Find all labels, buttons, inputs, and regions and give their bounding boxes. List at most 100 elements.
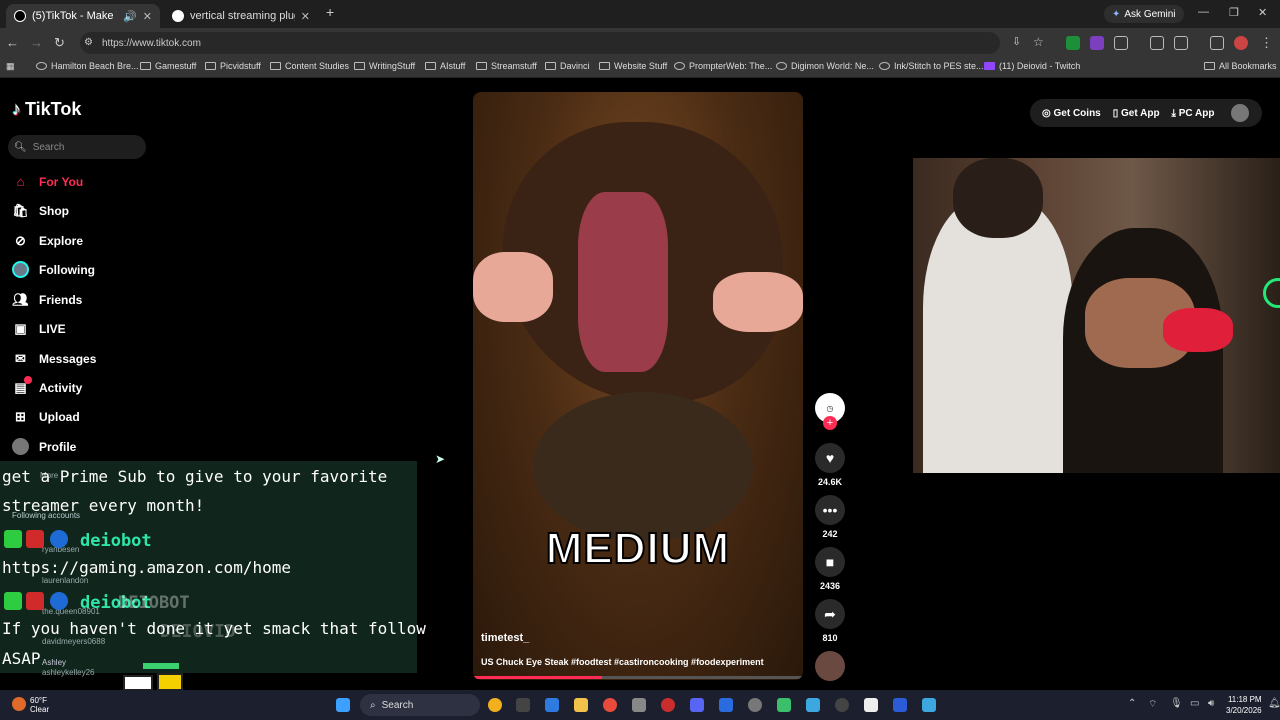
bookmark-folder[interactable]: Picvidstuff: [205, 61, 261, 71]
like-button[interactable]: ♥ 24.6K: [814, 443, 846, 487]
nav-label: Following: [39, 262, 95, 277]
search-input[interactable]: 🔍︎ Search: [8, 135, 146, 159]
tab-obs-search[interactable]: vertical streaming plugin obs - ✕: [164, 4, 318, 28]
discord-icon[interactable]: [690, 698, 704, 712]
close-tab-icon[interactable]: ✕: [301, 10, 310, 23]
app-icon[interactable]: [748, 698, 762, 712]
nav-following[interactable]: Following: [12, 261, 95, 278]
bookmark-folder[interactable]: Content Studies: [270, 61, 349, 71]
bookmark-item[interactable]: Ink/Stitch to PES ste...: [879, 61, 984, 71]
copilot-icon[interactable]: [488, 698, 502, 712]
bookmark-star-icon[interactable]: ☆: [1033, 35, 1044, 49]
video-progress-fill: [473, 676, 602, 679]
new-tab-icon[interactable]: +: [326, 4, 334, 20]
edge-icon[interactable]: [545, 698, 559, 712]
site-info-icon[interactable]: ⚙: [84, 37, 93, 48]
following-account[interactable]: Ashley: [42, 658, 66, 667]
app-icon[interactable]: [893, 698, 907, 712]
task-view-icon[interactable]: [516, 698, 530, 712]
volume-icon[interactable]: 🔊︎: [1208, 698, 1214, 709]
tray-chevron-icon[interactable]: ⌃: [1128, 698, 1136, 709]
weather-widget[interactable]: 60°F Clear: [30, 696, 49, 714]
close-window-icon[interactable]: ✕: [1258, 6, 1267, 19]
profile-avatar-icon[interactable]: [1234, 36, 1248, 50]
video-overlay-text: MEDIUM: [545, 523, 731, 574]
app-icon[interactable]: [719, 698, 733, 712]
pc-app-button[interactable]: ⤓ PC App: [1172, 108, 1215, 119]
following-account[interactable]: laurenlandon: [42, 576, 88, 585]
comment-button[interactable]: ••• 242: [814, 495, 846, 539]
downloads-icon[interactable]: [1210, 36, 1224, 50]
share-button[interactable]: ➦ 810: [814, 599, 846, 643]
side-panel-icon[interactable]: [1174, 36, 1188, 50]
video-progress-bar[interactable]: [473, 676, 803, 679]
menu-kebab-icon[interactable]: ⋮: [1260, 35, 1273, 51]
nav-messages[interactable]: ✉ Messages: [12, 350, 96, 367]
app-icon[interactable]: [632, 698, 646, 712]
extension-icon[interactable]: [1090, 36, 1104, 50]
network-icon[interactable]: ⌔: [1148, 698, 1157, 711]
nav-for-you[interactable]: ⌂ For You: [12, 173, 84, 190]
tiktok-logo[interactable]: ♪ TikTok: [12, 99, 81, 120]
verified-check-badge-icon: [4, 592, 22, 610]
bookmark-folder[interactable]: WritingStuff: [354, 61, 415, 71]
following-account[interactable]: davidmeyers0688: [42, 637, 105, 646]
nav-profile[interactable]: Profile: [12, 438, 76, 455]
nav-friends[interactable]: 👥︎ Friends: [12, 291, 82, 308]
microphone-icon[interactable]: 🎙︎: [1170, 698, 1183, 709]
video-author[interactable]: timetest_: [481, 632, 529, 644]
bookmark-folder[interactable]: Davinci: [545, 61, 590, 71]
display-icon[interactable]: ▭: [1190, 698, 1199, 709]
install-app-icon[interactable]: ⇩: [1012, 35, 1021, 48]
bookmark-folder[interactable]: Streamstuff: [476, 61, 537, 71]
app-icon[interactable]: [777, 698, 791, 712]
bookmark-item[interactable]: Digimon World: Ne...: [776, 61, 874, 71]
minimize-icon[interactable]: —: [1198, 6, 1209, 18]
forward-icon[interactable]: →: [30, 35, 43, 50]
extensions-puzzle-icon[interactable]: [1114, 36, 1128, 50]
bookmark-folder[interactable]: Website Stuff: [599, 61, 667, 71]
bookmark-item[interactable]: PrompterWeb: The...: [674, 61, 772, 71]
close-tab-icon[interactable]: ✕: [143, 10, 152, 23]
chrome-icon[interactable]: [603, 698, 617, 712]
file-explorer-icon[interactable]: [574, 698, 588, 712]
app-icon[interactable]: [864, 698, 878, 712]
nav-explore[interactable]: ⊘ Explore: [12, 232, 83, 249]
bookmark-item[interactable]: (11) Deiovid - Twitch: [984, 61, 1080, 71]
reading-list-icon[interactable]: [1150, 36, 1164, 50]
creator-avatar[interactable]: ◷ +: [814, 393, 846, 430]
app-icon[interactable]: [661, 698, 675, 712]
extension-icon[interactable]: [1066, 36, 1080, 50]
tab-tiktok[interactable]: (5)TikTok - Make Your Day 🔊 ✕: [6, 4, 160, 28]
back-icon[interactable]: ←: [6, 35, 19, 50]
start-windows-icon[interactable]: [336, 698, 350, 712]
reload-icon[interactable]: ↻: [54, 35, 65, 51]
music-disc[interactable]: [814, 651, 846, 681]
app-icon[interactable]: [806, 698, 820, 712]
notification-bell-icon[interactable]: 🔔︎: [1268, 698, 1280, 709]
taskbar-search[interactable]: ⌕ Search: [360, 694, 480, 716]
bookmark-folder[interactable]: AIstuff: [425, 61, 465, 71]
video-player[interactable]: MEDIUM timetest_ US Chuck Eye Steak #foo…: [473, 92, 803, 680]
ask-gemini-button[interactable]: ✦ Ask Gemini: [1104, 5, 1184, 23]
nav-shop[interactable]: 🛍︎ Shop: [12, 202, 69, 219]
bookmark-folder[interactable]: Gamestuff: [140, 61, 196, 71]
notepad-icon[interactable]: [922, 698, 936, 712]
save-button[interactable]: ■ 2436: [814, 547, 846, 591]
obs-icon[interactable]: [835, 698, 849, 712]
restore-icon[interactable]: ❐: [1229, 6, 1239, 19]
nav-activity[interactable]: ▤ Activity: [12, 376, 82, 396]
user-avatar[interactable]: [1230, 104, 1249, 122]
follow-plus-icon[interactable]: +: [823, 416, 837, 430]
bookmark-item[interactable]: Hamilton Beach Bre...: [36, 61, 139, 71]
shop-icon: 🛍︎: [12, 202, 29, 218]
url-input[interactable]: https://www.tiktok.com: [80, 32, 1000, 54]
apps-grid-icon[interactable]: ▦: [6, 61, 15, 72]
get-coins-button[interactable]: ◎ Get Coins: [1042, 108, 1101, 119]
nav-live[interactable]: ▣ LIVE: [12, 320, 65, 337]
nav-upload[interactable]: ⊞ Upload: [12, 408, 80, 425]
speaker-icon[interactable]: 🔊: [123, 10, 137, 23]
all-bookmarks-folder[interactable]: All Bookmarks: [1204, 61, 1277, 71]
system-clock[interactable]: 11:18 PM 3/20/2026: [1226, 694, 1262, 716]
get-app-button[interactable]: ▯ Get App: [1113, 108, 1160, 119]
